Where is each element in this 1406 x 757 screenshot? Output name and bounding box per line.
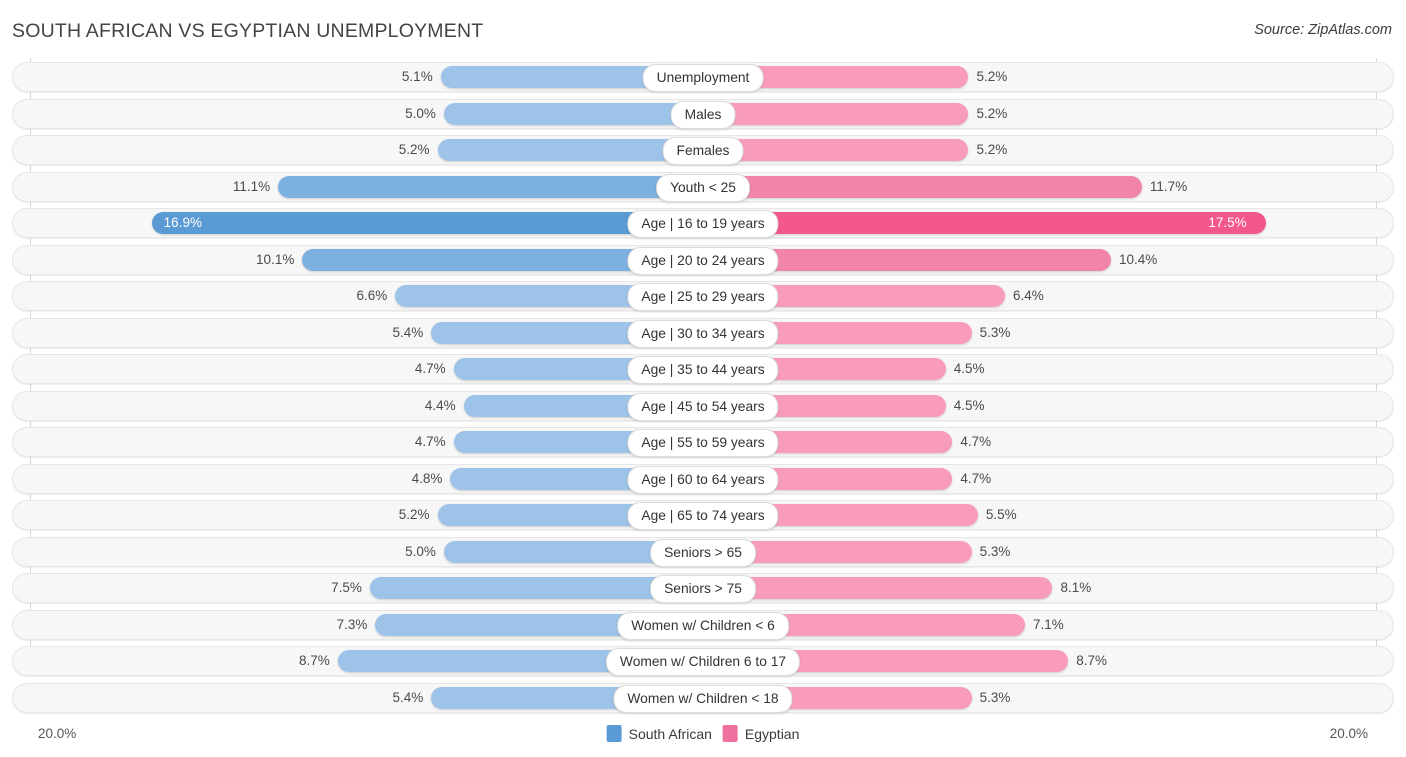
value-label-south-african: 5.1% xyxy=(401,69,433,84)
value-label-egyptian: 4.7% xyxy=(960,470,992,486)
row-category-label[interactable]: Seniors > 75 xyxy=(650,575,756,603)
row-category-label[interactable]: Age | 55 to 59 years xyxy=(627,429,779,457)
value-label-south-african: 5.0% xyxy=(405,105,436,121)
bar-south-african[interactable] xyxy=(278,175,703,198)
legend-label-south-african: South African xyxy=(628,725,712,742)
chart-row: 6.6% 6.4% Age | 25 to 29 years xyxy=(0,281,1406,311)
chart-row: 4.8% 4.7% Age | 60 to 64 years xyxy=(0,463,1406,494)
bar-south-african[interactable] xyxy=(443,102,703,125)
row-category-label[interactable]: Age | 60 to 64 years xyxy=(627,465,779,494)
value-label-south-african: 5.2% xyxy=(398,142,430,157)
value-label-south-african: 7.5% xyxy=(331,580,362,595)
legend-item-south-african[interactable]: South African xyxy=(606,725,712,742)
chart-row: 5.0% 5.3% Seniors > 65 xyxy=(0,536,1406,567)
value-label-egyptian: 7.1% xyxy=(1033,616,1064,632)
chart-footer: 20.0% South African Egyptian 20.0% xyxy=(0,714,1406,757)
chart-row: 5.1% 5.2% Unemployment xyxy=(0,62,1406,92)
source-attribution: Source: ZipAtlas.com xyxy=(1254,22,1392,38)
chart-row: 5.2% 5.5% Age | 65 to 74 years xyxy=(0,500,1406,530)
row-category-label[interactable]: Age | 25 to 29 years xyxy=(627,283,779,311)
value-label-south-african: 5.0% xyxy=(405,543,436,559)
bar-egyptian[interactable] xyxy=(703,175,1142,198)
value-label-south-african: 6.6% xyxy=(356,288,388,303)
chart-row: 5.4% 5.3% Age | 30 to 34 years xyxy=(0,317,1406,348)
row-category-label[interactable]: Age | 16 to 19 years xyxy=(627,210,779,238)
page-title: SOUTH AFRICAN VS EGYPTIAN UNEMPLOYMENT xyxy=(12,20,484,42)
row-category-label[interactable]: Women w/ Children < 18 xyxy=(613,684,793,713)
legend-swatch-egyptian xyxy=(722,725,738,742)
chart-rows: 5.1% 5.2% Unemployment 5.0% 5.2% Males 5.2% 5.2… xyxy=(0,62,1406,719)
value-label-egyptian: 5.2% xyxy=(976,142,1008,157)
chart-row: 7.3% 7.1% Women w/ Children < 6 xyxy=(0,609,1406,640)
row-category-label[interactable]: Age | 65 to 74 years xyxy=(627,502,779,530)
value-label-egyptian: 5.3% xyxy=(979,689,1011,705)
axis-label-left: 20.0% xyxy=(38,726,77,741)
chart-row: 4.7% 4.5% Age | 35 to 44 years xyxy=(0,354,1406,384)
value-label-south-african: 5.4% xyxy=(392,324,424,340)
chart-row: 16.9% 17.5% Age | 16 to 19 years xyxy=(0,208,1406,238)
row-category-label[interactable]: Females xyxy=(662,137,744,165)
chart-row: 5.4% 5.3% Women w/ Children < 18 xyxy=(0,682,1406,713)
chart-row: 4.7% 4.7% Age | 55 to 59 years xyxy=(0,427,1406,457)
value-label-south-african: 8.7% xyxy=(298,653,330,668)
value-label-egyptian: 5.3% xyxy=(979,324,1011,340)
value-label-egyptian: 10.4% xyxy=(1119,251,1158,267)
legend-label-egyptian: Egyptian xyxy=(744,725,800,742)
row-category-label[interactable]: Unemployment xyxy=(642,64,764,92)
row-category-label[interactable]: Age | 30 to 34 years xyxy=(627,319,779,348)
chart-legend: South African Egyptian xyxy=(606,725,800,742)
bar-south-african[interactable] xyxy=(151,212,703,234)
value-label-egyptian: 5.3% xyxy=(979,543,1011,559)
value-label-egyptian: 5.2% xyxy=(976,105,1008,121)
row-category-label[interactable]: Age | 45 to 54 years xyxy=(627,392,779,421)
value-label-egyptian: 4.5% xyxy=(953,361,985,376)
value-label-south-african: 11.1% xyxy=(232,178,271,194)
value-label-egyptian: 8.7% xyxy=(1076,653,1108,668)
row-category-label[interactable]: Women w/ Children 6 to 17 xyxy=(605,648,801,676)
diverging-bar-chart: 5.1% 5.2% Unemployment 5.0% 5.2% Males 5.2% 5.2… xyxy=(0,58,1406,718)
value-label-egyptian: 4.7% xyxy=(960,434,992,449)
value-label-egyptian: 17.5% xyxy=(1208,215,1247,230)
value-label-south-african: 16.9% xyxy=(163,215,202,230)
value-label-south-african: 4.7% xyxy=(414,434,446,449)
chart-row: 4.4% 4.5% Age | 45 to 54 years xyxy=(0,390,1406,421)
chart-row: 10.1% 10.4% Age | 20 to 24 years xyxy=(0,244,1406,275)
row-category-label[interactable]: Age | 20 to 24 years xyxy=(627,246,779,275)
row-category-label[interactable]: Seniors > 65 xyxy=(650,538,756,567)
row-category-label[interactable]: Youth < 25 xyxy=(656,173,750,202)
bar-egyptian[interactable] xyxy=(703,212,1267,234)
chart-row: 8.7% 8.7% Women w/ Children 6 to 17 xyxy=(0,646,1406,676)
value-label-egyptian: 6.4% xyxy=(1012,288,1044,303)
chart-row: 7.5% 8.1% Seniors > 75 xyxy=(0,573,1406,603)
value-label-south-african: 5.4% xyxy=(392,689,424,705)
value-label-south-african: 7.3% xyxy=(336,616,368,632)
value-label-egyptian: 5.2% xyxy=(976,69,1008,84)
value-label-egyptian: 5.5% xyxy=(985,507,1017,522)
row-category-label[interactable]: Women w/ Children < 6 xyxy=(617,611,789,640)
chart-row: 11.1% 11.7% Youth < 25 xyxy=(0,171,1406,202)
value-label-south-african: 4.7% xyxy=(414,361,446,376)
chart-header: SOUTH AFRICAN VS EGYPTIAN UNEMPLOYMENT S… xyxy=(0,0,1406,58)
value-label-south-african: 5.2% xyxy=(398,507,430,522)
row-category-label[interactable]: Age | 35 to 44 years xyxy=(627,356,779,384)
bar-egyptian[interactable] xyxy=(703,102,969,125)
axis-label-right: 20.0% xyxy=(1329,726,1368,741)
legend-item-egyptian[interactable]: Egyptian xyxy=(722,725,800,742)
chart-row: 5.0% 5.2% Males xyxy=(0,98,1406,129)
value-label-south-african: 10.1% xyxy=(256,251,295,267)
value-label-egyptian: 8.1% xyxy=(1060,580,1092,595)
value-label-south-african: 4.4% xyxy=(424,397,456,413)
value-label-egyptian: 4.5% xyxy=(953,397,985,413)
legend-swatch-south-african xyxy=(606,725,622,742)
value-label-south-african: 4.8% xyxy=(411,470,443,486)
row-category-label[interactable]: Males xyxy=(670,100,736,129)
value-label-egyptian: 11.7% xyxy=(1149,178,1188,194)
chart-row: 5.2% 5.2% Females xyxy=(0,135,1406,165)
